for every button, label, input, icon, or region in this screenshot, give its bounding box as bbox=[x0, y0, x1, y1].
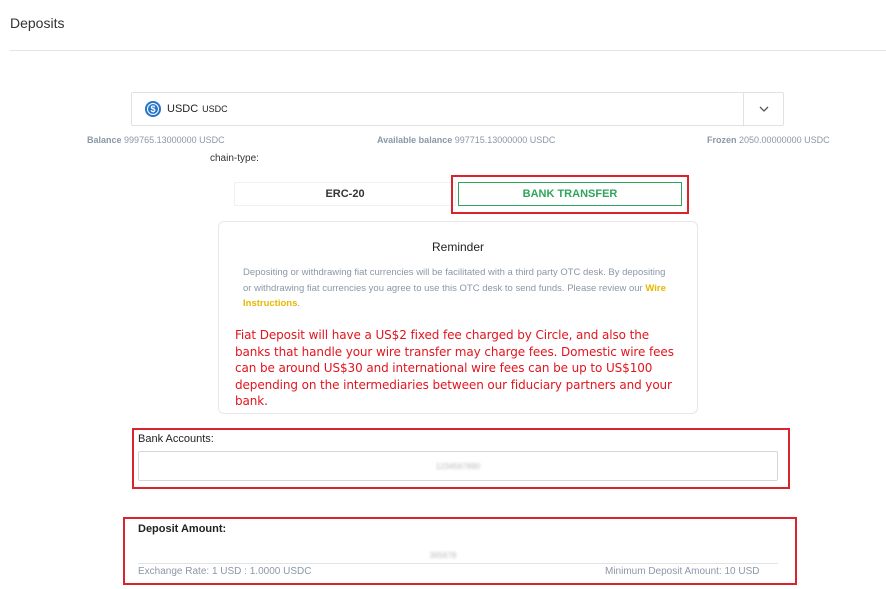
reminder-title: Reminder bbox=[431, 240, 485, 254]
exchange-rate-label: Exchange Rate: bbox=[138, 566, 210, 577]
chevron-down-icon[interactable] bbox=[743, 93, 783, 125]
minimum-deposit: Minimum Deposit Amount: 10 USD bbox=[605, 566, 760, 577]
reminder-body: Depositing or withdrawing fiat currencie… bbox=[243, 267, 666, 294]
usdc-coin-icon: $ bbox=[145, 101, 161, 117]
deposit-amount-underline bbox=[138, 563, 778, 564]
reminder-text: Depositing or withdrawing fiat currencie… bbox=[243, 265, 673, 312]
reminder-period: . bbox=[297, 298, 301, 309]
minimum-deposit-label: Minimum Deposit Amount: bbox=[605, 566, 722, 577]
available-balance-info: Available balance 997715.13000000 USDC bbox=[377, 135, 555, 145]
fee-notice: Fiat Deposit will have a US$2 fixed fee … bbox=[235, 328, 674, 408]
exchange-rate-value: 1 USD : 1.0000 USDC bbox=[211, 566, 312, 577]
page-title: Deposits bbox=[10, 15, 65, 31]
chain-type-label: chain-type: bbox=[210, 153, 259, 164]
bank-account-value: 1234567890 bbox=[435, 461, 481, 471]
available-balance-label: Available balance bbox=[377, 135, 453, 145]
frozen-label: Frozen bbox=[707, 135, 737, 145]
currency-select[interactable]: $ USDC USDC bbox=[131, 92, 784, 126]
deposit-amount-label: Deposit Amount: bbox=[138, 523, 227, 535]
minimum-deposit-value: 10 USD bbox=[724, 566, 760, 577]
balance-label: Balance bbox=[87, 135, 122, 145]
deposit-amount-value: 365678 bbox=[429, 551, 457, 560]
bank-accounts-select[interactable]: 1234567890 bbox=[138, 451, 778, 481]
tab-erc-20[interactable]: ERC-20 bbox=[234, 182, 456, 206]
deposit-amount-input[interactable]: 365678 bbox=[0, 545, 886, 563]
currency-code: USDC bbox=[202, 104, 228, 114]
frozen-value: 2050.00000000 USDC bbox=[739, 135, 830, 145]
deposits-page: Deposits $ USDC USDC Balance 999765.1300… bbox=[0, 0, 886, 589]
exchange-rate: Exchange Rate: 1 USD : 1.0000 USDC bbox=[138, 566, 311, 577]
frozen-info: Frozen 2050.00000000 USDC bbox=[707, 135, 830, 145]
title-divider bbox=[10, 50, 886, 51]
balance-info: Balance 999765.13000000 USDC bbox=[87, 135, 225, 145]
bank-accounts-label: Bank Accounts: bbox=[138, 433, 214, 445]
available-balance-value: 997715.13000000 USDC bbox=[454, 135, 556, 145]
tab-bank-transfer[interactable]: BANK TRANSFER bbox=[458, 182, 682, 206]
balance-value: 999765.13000000 USDC bbox=[124, 135, 225, 145]
currency-name: USDC bbox=[167, 103, 199, 115]
reminder-box: Reminder Depositing or withdrawing fiat … bbox=[218, 221, 698, 414]
